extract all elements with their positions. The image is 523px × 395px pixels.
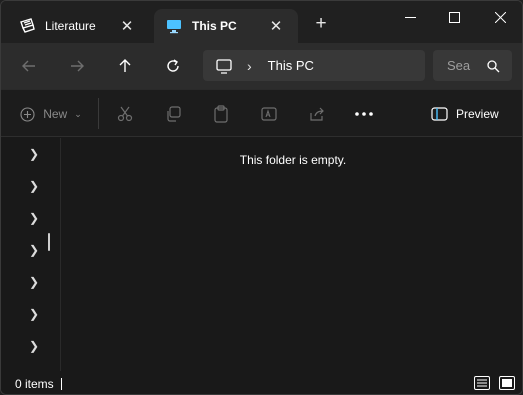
expand-chevron-icon[interactable]: ❯ [27, 275, 41, 289]
title-bar: Literature ✕ This PC ✕ + [1, 1, 522, 43]
scissors-icon [117, 106, 133, 122]
expand-chevron-icon[interactable]: ❯ [27, 211, 41, 225]
navigation-bar: › This PC Sea [1, 43, 522, 89]
command-bar: New ⌄ Preview [1, 89, 522, 137]
minimize-icon [404, 16, 416, 18]
preview-pane-icon [431, 107, 448, 121]
new-tab-button[interactable]: + [311, 14, 331, 35]
tab-literature[interactable]: Literature ✕ [7, 9, 149, 43]
search-box[interactable]: Sea [433, 50, 512, 81]
share-button[interactable] [304, 102, 330, 126]
expand-chevron-icon[interactable]: ❯ [27, 179, 41, 193]
empty-folder-message: This folder is empty. [239, 153, 347, 167]
preview-label: Preview [456, 107, 499, 121]
breadcrumb[interactable]: This PC [268, 58, 314, 73]
toolbar-divider [98, 98, 99, 129]
status-divider [60, 377, 62, 390]
details-view-icon [473, 375, 490, 390]
share-icon [310, 107, 324, 121]
new-label: New [43, 107, 68, 121]
arrow-right-icon [71, 60, 84, 72]
arrow-left-icon [22, 60, 35, 72]
arrow-up-icon [119, 59, 131, 72]
details-view-button[interactable] [473, 375, 490, 390]
item-count: 0 items [15, 376, 54, 391]
forward-button[interactable] [62, 51, 92, 81]
tab-label: Literature [45, 19, 96, 33]
address-bar[interactable]: › This PC [203, 50, 425, 81]
search-input[interactable]: Sea [447, 58, 486, 73]
literature-app-icon [19, 18, 35, 34]
close-tab-icon[interactable]: ✕ [266, 16, 286, 36]
tab-label: This PC [192, 19, 237, 33]
close-tab-icon[interactable]: ✕ [117, 16, 137, 36]
refresh-button[interactable] [158, 51, 188, 81]
monitor-icon [215, 57, 233, 75]
search-icon[interactable] [486, 59, 500, 73]
preview-pane-button[interactable]: Preview [431, 102, 503, 126]
close-window-button[interactable] [477, 1, 522, 33]
ellipsis-icon [355, 112, 373, 116]
maximize-button[interactable] [431, 1, 477, 33]
close-icon [494, 11, 506, 23]
refresh-icon [167, 59, 179, 72]
expand-chevron-icon[interactable]: ❯ [27, 307, 41, 321]
large-icons-view-button[interactable] [498, 375, 515, 390]
rename-icon [261, 107, 277, 121]
rename-button[interactable] [256, 102, 282, 126]
expand-chevron-icon[interactable]: ❯ [27, 339, 41, 353]
file-list-area[interactable]: This folder is empty. [62, 138, 522, 371]
monitor-icon [166, 18, 182, 34]
tiles-view-icon [498, 375, 515, 390]
maximize-icon [448, 11, 460, 23]
plus-circle-icon [20, 106, 35, 122]
new-button[interactable]: New ⌄ [13, 102, 89, 126]
chevron-right-icon[interactable]: › [247, 58, 252, 74]
clipboard-icon [214, 105, 228, 123]
paste-button[interactable] [208, 102, 234, 126]
expand-chevron-icon[interactable]: ❯ [27, 147, 41, 161]
file-explorer-window: Literature ✕ This PC ✕ + › This PC Sea N… [0, 0, 523, 395]
tab-this-pc[interactable]: This PC ✕ [154, 9, 298, 43]
minimize-button[interactable] [387, 1, 433, 33]
more-options-button[interactable] [351, 102, 377, 126]
back-button[interactable] [14, 51, 44, 81]
chevron-down-icon: ⌄ [74, 108, 82, 119]
copy-button[interactable] [160, 102, 186, 126]
status-bar: 0 items [1, 371, 522, 394]
expand-chevron-icon[interactable]: ❯ [27, 243, 41, 257]
cut-button[interactable] [112, 102, 138, 126]
pane-resize-handle[interactable] [48, 233, 50, 251]
copy-icon [167, 106, 181, 122]
navigation-pane: ❯ ❯ ❯ ❯ ❯ ❯ ❯ [1, 138, 61, 371]
up-button[interactable] [110, 51, 140, 81]
